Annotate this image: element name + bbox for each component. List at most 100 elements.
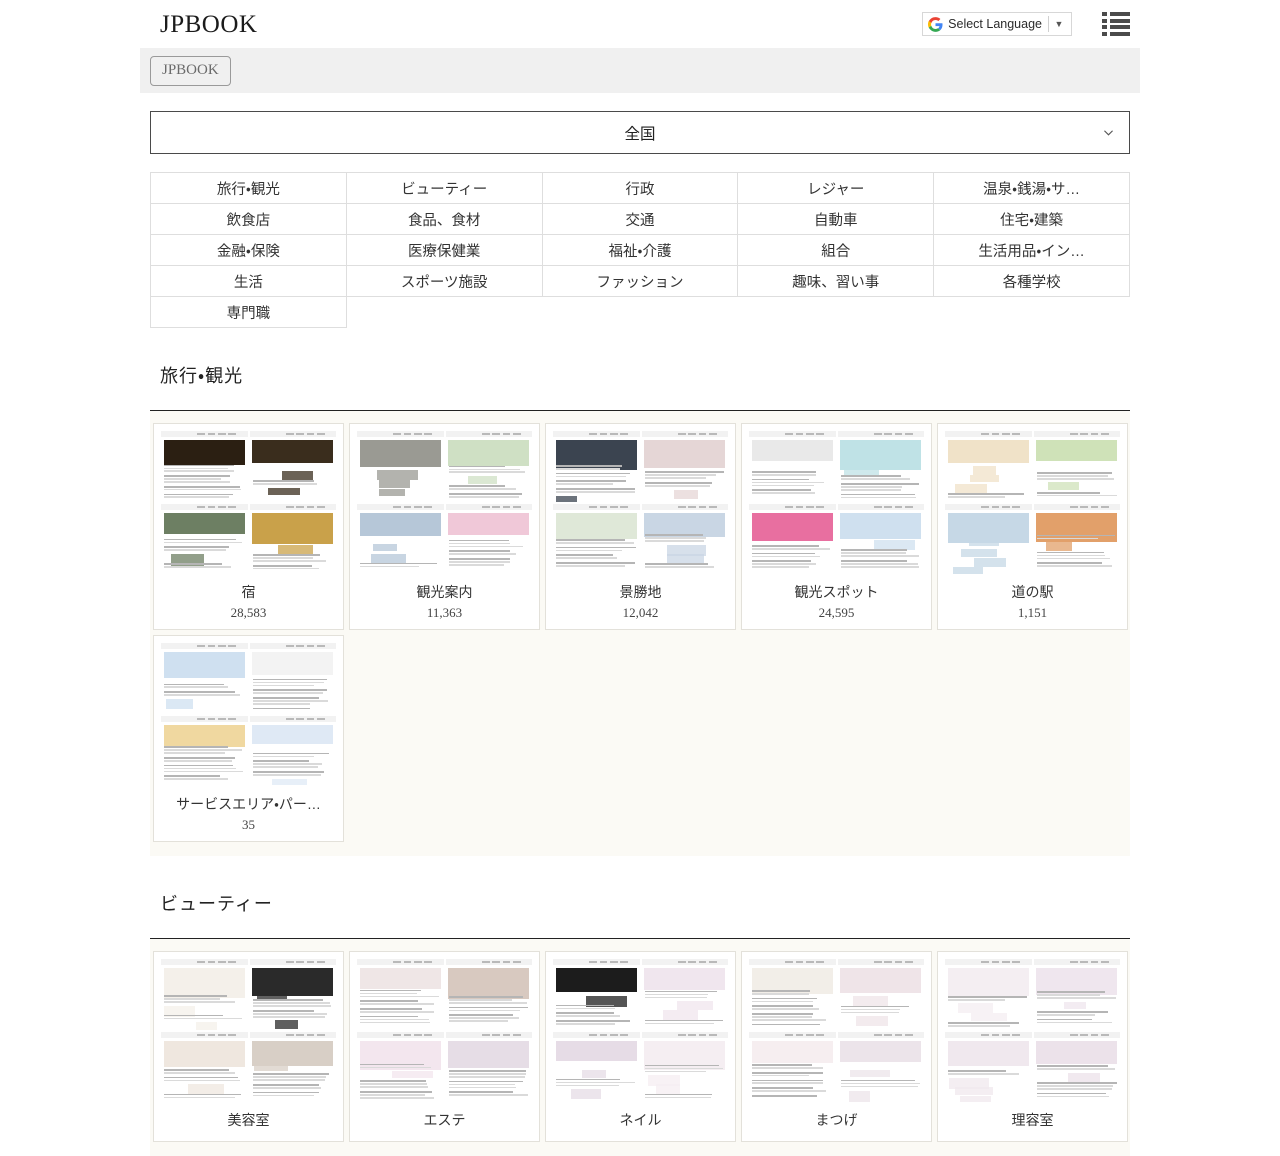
thumbnail-tile [945, 504, 1032, 575]
card-thumbnail [749, 431, 924, 574]
category-section: ビューティー美容室エステネイルまつげ理容室 [150, 890, 1130, 1156]
thumbnail-art [749, 1032, 836, 1103]
thumbnail-tile [250, 1032, 337, 1103]
section-body: 宿28,583観光案内11,363景勝地12,042 観光スポット 24,595 道の… [150, 411, 1130, 856]
thumbnail-art [553, 431, 640, 502]
breadcrumb: JPBOOK [140, 48, 1140, 93]
thumbnail-art [1034, 1032, 1121, 1103]
category-card[interactable]: 宿28,583 [153, 423, 344, 630]
category-table-row: 飲食店食品、食材交通自動車住宅・建築 [151, 204, 1130, 235]
thumbnail-art [357, 959, 444, 1030]
thumbnail-tile [642, 431, 729, 502]
card-thumbnail [945, 431, 1120, 574]
card-thumbnail [749, 959, 924, 1102]
thumbnail-tile [250, 643, 337, 714]
thumbnail-art [553, 959, 640, 1030]
thumbnail-tile [161, 643, 248, 714]
category-cell-empty [542, 297, 738, 328]
thumbnail-tile [446, 1032, 533, 1103]
chevron-down-icon [1102, 125, 1115, 138]
category-cell[interactable]: 行政 [542, 173, 738, 204]
list-row [1102, 19, 1130, 23]
category-cell[interactable]: 専門職 [151, 297, 347, 328]
list-line [1110, 12, 1130, 16]
thumbnail-tile [553, 1032, 640, 1103]
thumbnail-art [642, 1032, 729, 1103]
thumbnail-art [446, 504, 533, 575]
list-row [1102, 32, 1130, 36]
category-card[interactable]: エステ [349, 951, 540, 1142]
thumbnail-tile [838, 504, 925, 575]
thumbnail-art [1034, 431, 1121, 502]
category-cell[interactable]: 趣味、習い事 [738, 266, 934, 297]
category-cell[interactable]: 生活 [151, 266, 347, 297]
region-select-value: 全国 [624, 122, 655, 144]
category-card[interactable]: 美容室 [153, 951, 344, 1142]
thumbnail-art [250, 504, 337, 575]
category-card[interactable]: サービスエリア・パー…35 [153, 635, 344, 842]
category-cell[interactable]: 自動車 [738, 204, 934, 235]
category-cell[interactable]: 福祉・介護 [542, 235, 738, 266]
category-cell[interactable]: 医療保健業 [346, 235, 542, 266]
category-cell[interactable]: 生活用品・イン… [934, 235, 1130, 266]
thumbnail-art [945, 1032, 1032, 1103]
category-card[interactable]: 観光スポット 24,595 [741, 423, 932, 630]
breadcrumb-item-jpbook[interactable]: JPBOOK [150, 56, 231, 86]
card-count: 1,151 [1018, 605, 1047, 621]
card-label: 景勝地 [620, 582, 662, 602]
list-line [1110, 32, 1130, 36]
category-table-row: 旅行・観光ビューティー行政レジャー温泉・銭湯・サ… [151, 173, 1130, 204]
thumbnail-tile [838, 959, 925, 1030]
thumbnail-tile [749, 504, 836, 575]
card-label: 宿 [242, 582, 256, 602]
category-cell[interactable]: 飲食店 [151, 204, 347, 235]
list-line [1110, 25, 1130, 29]
list-menu-icon[interactable] [1102, 12, 1130, 36]
category-card[interactable]: 観光案内11,363 [349, 423, 540, 630]
thumbnail-tile [446, 431, 533, 502]
region-select[interactable]: 全国 [150, 111, 1130, 154]
category-cell[interactable]: スポーツ施設 [346, 266, 542, 297]
thumbnail-tile [838, 431, 925, 502]
thumbnail-art [357, 431, 444, 502]
category-cell[interactable]: 住宅・建築 [934, 204, 1130, 235]
category-section: 旅行・観光宿28,583観光案内11,363景勝地12,042観光スポット24,… [150, 362, 1130, 856]
card-label: エステ [424, 1110, 466, 1130]
thumbnail-tile [357, 504, 444, 575]
google-translate-widget[interactable]: Select Language ▼ [922, 12, 1072, 36]
thumbnail-tile [838, 1032, 925, 1103]
card-count: 24,595 [819, 605, 855, 621]
category-cell[interactable]: 旅行・観光 [151, 173, 347, 204]
thumbnail-tile [161, 431, 248, 502]
card-count: 11,363 [427, 605, 462, 621]
thumbnail-tile [250, 431, 337, 502]
category-card[interactable]: 理容室 [937, 951, 1128, 1142]
thumbnail-tile [161, 716, 248, 787]
category-cell[interactable]: ファッション [542, 266, 738, 297]
category-cell[interactable]: 各種学校 [934, 266, 1130, 297]
sections-host: 旅行・観光宿28,583観光案内11,363景勝地12,042観光スポット24,… [150, 362, 1130, 1156]
category-table: 旅行・観光ビューティー行政レジャー温泉・銭湯・サ…飲食店食品、食材交通自動車住宅… [150, 172, 1130, 328]
thumbnail-tile [642, 504, 729, 575]
category-cell[interactable]: 組合 [738, 235, 934, 266]
card-grid: 宿28,583観光案内11,363景勝地12,042 観光スポット 24,595 道の… [150, 423, 1130, 842]
category-cell[interactable]: 交通 [542, 204, 738, 235]
site-brand[interactable]: JPBOOK [160, 12, 257, 37]
category-card[interactable]: 景勝地12,042 [545, 423, 736, 630]
category-cell[interactable]: 温泉・銭湯・サ… [934, 173, 1130, 204]
card-thumbnail [553, 959, 728, 1102]
card-label: 理容室 [1012, 1110, 1054, 1130]
chevron-down-icon[interactable]: ▼ [1049, 19, 1069, 29]
thumbnail-art [945, 959, 1032, 1030]
category-cell[interactable]: レジャー [738, 173, 934, 204]
category-card[interactable]: ネイル [545, 951, 736, 1142]
thumbnail-art [553, 1032, 640, 1103]
thumbnail-tile [250, 504, 337, 575]
category-cell[interactable]: 金融・保険 [151, 235, 347, 266]
card-label: 観光スポット [795, 582, 879, 602]
category-cell[interactable]: ビューティー [346, 173, 542, 204]
category-cell[interactable]: 食品、食材 [346, 204, 542, 235]
category-card[interactable]: 道の駅1,151 [937, 423, 1128, 630]
category-card[interactable]: まつげ [741, 951, 932, 1142]
card-thumbnail [161, 643, 336, 786]
